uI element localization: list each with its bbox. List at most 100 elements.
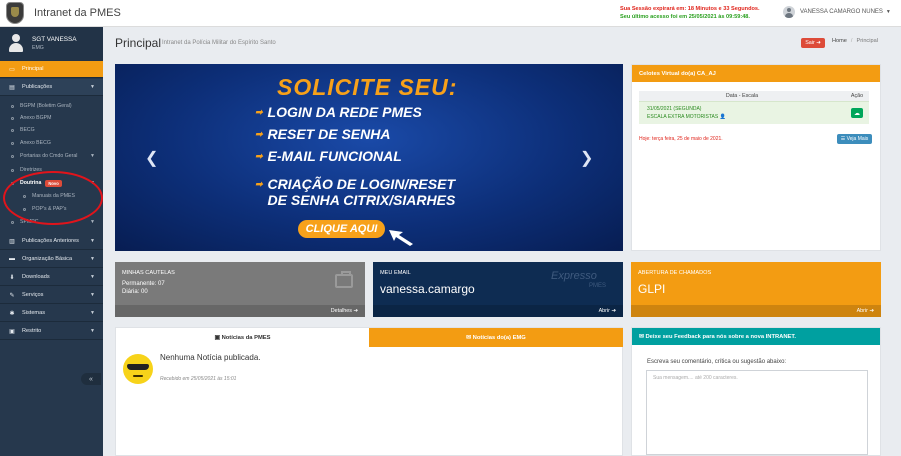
- brand[interactable]: Intranet da PMES: [6, 2, 121, 24]
- sidebar-item-downloads[interactable]: ⬇ Downloads ▼: [0, 269, 103, 286]
- user-name: VANESSA CAMARGO NUNES: [800, 9, 883, 15]
- breadcrumb-separator: /: [850, 38, 853, 44]
- avatar: [783, 6, 795, 18]
- circle-icon: [11, 116, 14, 120]
- double-chevron-left-icon: «: [89, 375, 93, 383]
- chamados-title: ABERTURA DE CHAMADOS: [638, 270, 712, 276]
- logout-button[interactable]: Sair ➜: [801, 38, 825, 48]
- sidebar-subitem-spmpc[interactable]: SPMPC ▼: [0, 216, 103, 228]
- page-subtitle: Intranet da Polícia Militar do Espírito …: [162, 40, 276, 46]
- news-panel: ▣ Notícias da PMES ✉ Notícias do(a) EMG …: [115, 327, 623, 456]
- sidebar-item-label: Publicações: [22, 84, 53, 90]
- banner-item: ➡ CRIAÇÃO DE LOGIN/RESET DE SENHA CITRIX…: [255, 176, 456, 208]
- logout-label: Sair: [805, 40, 815, 46]
- circle-icon: [23, 194, 26, 198]
- sidebar-subitem-label: Anexo BECG: [20, 140, 51, 146]
- sidebar-item-label: Publicações Anteriores: [22, 238, 79, 244]
- sidebar-subitem-label: Doutrina: [20, 180, 42, 186]
- cautelas-diaria: Diária: 00: [122, 289, 148, 295]
- monitor-icon: ▭: [9, 66, 15, 73]
- sidebar-subitem-label: BECG: [20, 127, 35, 133]
- circle-icon: [11, 181, 14, 185]
- tab-noticias-pmes[interactable]: ▣ Notícias da PMES: [116, 328, 369, 347]
- arrow-right-icon: ➡: [255, 151, 263, 161]
- lock-icon: ▣: [9, 328, 15, 335]
- sidebar-subitem-label: Portarias do Cmdo Geral: [20, 153, 78, 159]
- circle-icon: [11, 154, 14, 158]
- click-here-button[interactable]: CLIQUE AQUI: [298, 220, 385, 238]
- chevron-down-icon: ▼: [90, 310, 95, 316]
- columns-icon: ▥: [9, 238, 15, 245]
- news-received-time: Recebido em 25/05/2021 às 15:01: [160, 376, 237, 382]
- profile-role: EMG: [32, 45, 44, 51]
- sidebar-item-label: Principal: [22, 66, 44, 72]
- today-date: Hoje: terça feira, 25 de maio de 2021.: [639, 136, 723, 142]
- user-profile: SGT VANESSA EMG: [0, 27, 103, 61]
- chevron-down-icon: ▼: [90, 219, 95, 225]
- see-more-button[interactable]: ☰ Veja Mais: [837, 134, 872, 144]
- arrow-right-icon: ➡: [255, 107, 263, 117]
- breadcrumb-home[interactable]: Home: [832, 38, 847, 44]
- chevron-down-icon: ▼: [90, 153, 95, 159]
- page-title: Principal: [115, 36, 162, 50]
- sidebar-item-label: Serviços: [22, 292, 44, 298]
- sidebar-item-publicacoes[interactable]: ▤ Publicações ▼: [0, 79, 103, 96]
- feedback-textarea[interactable]: [646, 370, 868, 455]
- sidebar-item-publicacoes-anteriores[interactable]: ▥ Publicações Anteriores ▼: [0, 233, 103, 250]
- circle-icon: [23, 207, 26, 211]
- sidebar-item-label: Sistemas: [22, 310, 46, 316]
- sidebar-subitem-bgpm[interactable]: BGPM (Boletim Geral): [0, 100, 103, 112]
- sidebar-subitem-portarias[interactable]: Portarias do Cmdo Geral ▼: [0, 150, 103, 162]
- banner-carousel[interactable]: ❮ ❯ SOLICITE SEU: ➡ LOGIN DA REDE PMES ➡…: [115, 64, 623, 251]
- gear-icon: ✱: [9, 310, 15, 317]
- celotes-title: Celotes Virtual do(a) CA_AJ: [632, 65, 880, 82]
- sidebar-collapse-button[interactable]: «: [81, 373, 101, 385]
- sidebar-item-restrito[interactable]: ▣ Restrito ▼: [0, 323, 103, 340]
- sidebar-subitem-label: Anexo BGPM: [20, 115, 52, 121]
- sidebar-item-organizacao-basica[interactable]: ▬ Organização Básica ▼: [0, 251, 103, 268]
- chamados-open-link[interactable]: Abrir ➔: [631, 305, 881, 317]
- no-news-message: Nenhuma Notícia publicada.: [160, 353, 261, 362]
- circle-icon: [11, 168, 14, 172]
- image-icon: ▣: [214, 334, 220, 341]
- feedback-panel: ✉ Deixe seu Feedback para nós sobre a no…: [631, 327, 881, 456]
- cautelas-details-link[interactable]: Detalhes ➔: [115, 305, 365, 317]
- sidebar-item-sistemas[interactable]: ✱ Sistemas ▼: [0, 305, 103, 322]
- sidebar-item-principal[interactable]: ▭ Principal: [0, 61, 103, 78]
- banner-item: ➡ E-MAIL FUNCIONAL: [255, 148, 402, 164]
- download-icon: ⬇: [9, 274, 15, 281]
- cloud-upload-icon: ☁: [854, 110, 860, 117]
- user-menu[interactable]: VANESSA CAMARGO NUNES ▼: [783, 6, 891, 18]
- tab-noticias-emg[interactable]: ✉ Notícias do(a) EMG: [369, 328, 623, 347]
- carousel-prev-icon[interactable]: ❮: [145, 148, 158, 168]
- sidebar-subitem-pops[interactable]: POP's & PAP's: [0, 203, 103, 215]
- sign-out-icon: ➜: [816, 40, 821, 46]
- email-title: MEU EMAIL: [380, 270, 411, 276]
- cautelas-values: Permanente: 07 Diária: 00: [122, 280, 165, 296]
- sidebar-item-servicos[interactable]: ✎ Serviços ▼: [0, 287, 103, 304]
- cautelas-permanente: Permanente: 07: [122, 281, 165, 287]
- sidebar-subitem-becg[interactable]: BECG: [0, 124, 103, 136]
- book-icon: ▤: [9, 84, 15, 91]
- sidebar-subitem-anexo-becg[interactable]: Anexo BECG: [0, 137, 103, 149]
- sidebar-subitem-diretrizes[interactable]: Diretrizes: [0, 164, 103, 176]
- email-open-link[interactable]: Abrir ➔: [373, 305, 623, 317]
- banner-item: ➡ RESET DE SENHA: [255, 126, 391, 142]
- sidebar-subitem-doutrina[interactable]: Doutrina Novo ▼: [0, 177, 103, 189]
- pointer-arrow-icon: [389, 230, 413, 246]
- sidebar-subitem-manuais[interactable]: Manuais da PMES: [0, 190, 103, 202]
- wrench-icon: ✎: [9, 292, 15, 299]
- sidebar-subitem-label: Diretrizes: [20, 167, 42, 173]
- chevron-down-icon: ▼: [90, 180, 95, 186]
- sidebar-item-label: Organização Básica: [22, 256, 73, 262]
- arrow-right-icon: ➡: [255, 179, 263, 189]
- session-expiry: Sua Sessão expirará em: 18 Minutos e 33 …: [620, 6, 760, 12]
- email-address: vanessa.camargo: [380, 282, 475, 296]
- upload-button[interactable]: ☁: [851, 108, 863, 118]
- circle-icon: [11, 128, 14, 132]
- carousel-next-icon[interactable]: ❯: [580, 148, 593, 168]
- sidebar-subitem-anexo-bgpm[interactable]: Anexo BGPM: [0, 112, 103, 124]
- cautelas-title: MINHAS CAUTELAS: [122, 270, 175, 276]
- list-icon: ☰: [840, 136, 846, 142]
- briefcase-icon: [335, 271, 353, 288]
